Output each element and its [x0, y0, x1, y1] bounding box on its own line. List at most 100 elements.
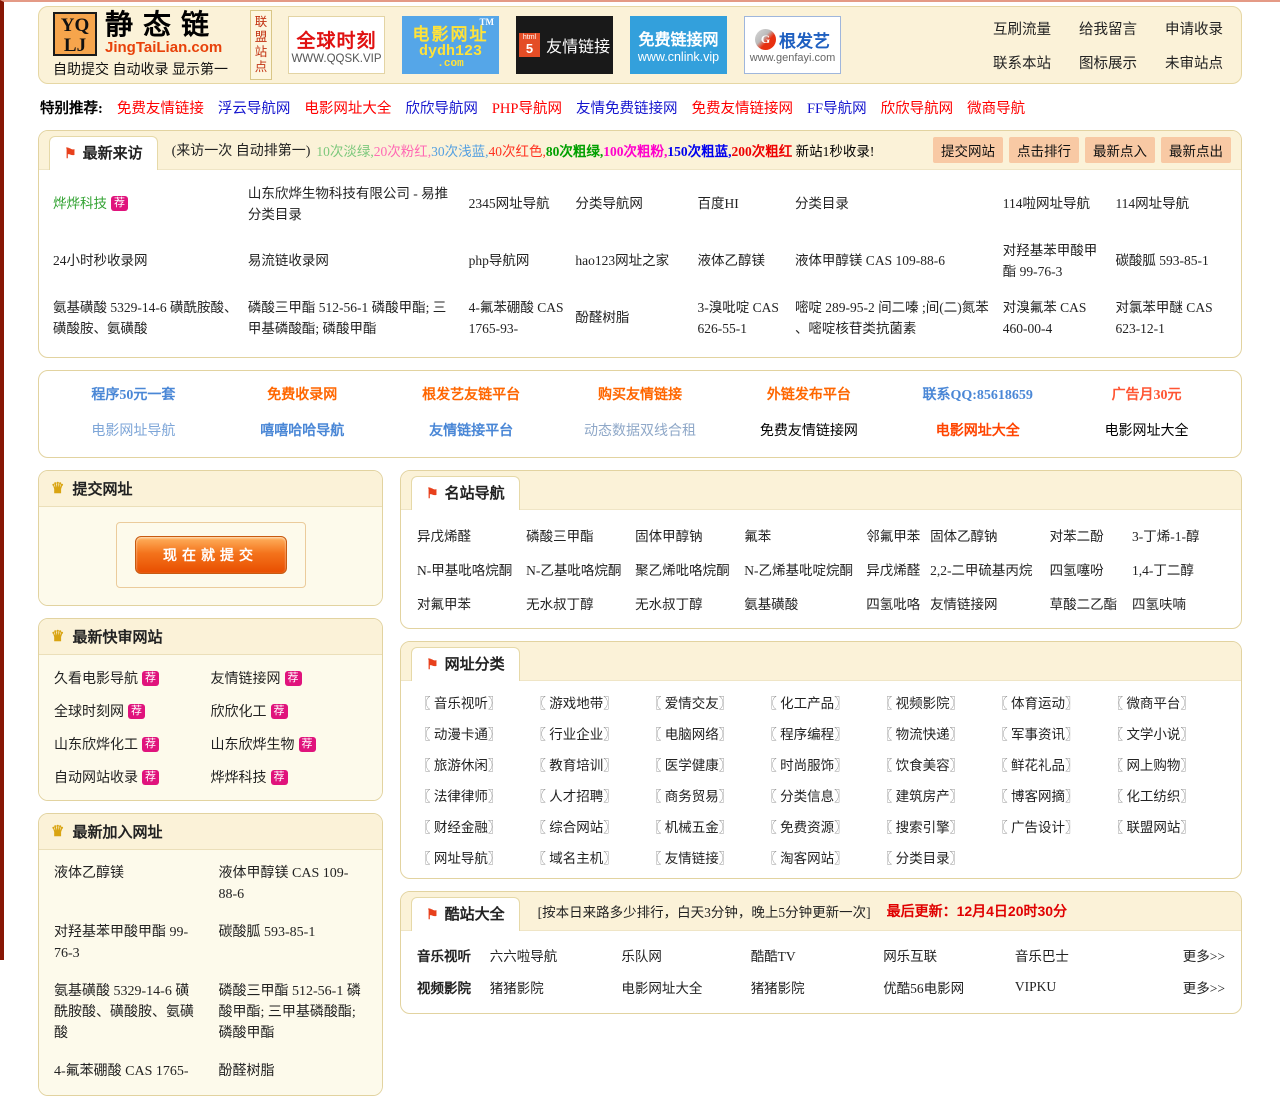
cool-site-link[interactable]: 六六啦导航 [490, 945, 622, 965]
new-site-link[interactable]: 液体甲醇镁 CAS 109-88-6 [219, 866, 349, 902]
visitor-site-link[interactable]: 液体乙醇镁 [698, 253, 766, 268]
visitor-site-link[interactable]: 2345网址导航 [469, 196, 550, 211]
fast-review-link[interactable]: 山东欣烨化工 [54, 738, 138, 753]
more-link[interactable]: 更多>> [1167, 977, 1225, 997]
banner-genfayi[interactable]: G 根发艺 www.genfayi.com [744, 16, 841, 74]
new-site-link[interactable]: 液体乙醇镁 [54, 866, 124, 881]
tab-famous-sites[interactable]: ⚑ 名站导航 [411, 476, 520, 510]
visitors-tool-button[interactable]: 点击排行 [1009, 137, 1079, 163]
ad-link[interactable]: 根发艺友链平台 [387, 384, 556, 404]
header-nav-link[interactable]: 申请收录 [1165, 18, 1223, 39]
category-link[interactable]: 文学小说 [1126, 727, 1180, 742]
visitor-site-link[interactable]: 氨基磺酸 5329-14-6 磺酰胺酸、磺酸胺、氨磺酸 [53, 300, 238, 336]
visitor-site-link[interactable]: 24小时秒收录网 [53, 253, 148, 268]
category-link[interactable]: 行业企业 [549, 727, 603, 742]
famous-site-link[interactable]: 磷酸三甲酯 [526, 525, 635, 545]
visitor-site-link[interactable]: 碳酸胍 593-85-1 [1115, 253, 1208, 268]
new-site-link[interactable]: 4-氟苯硼酸 CAS 1765- [54, 1064, 189, 1079]
cool-site-link[interactable]: 网乐互联 [883, 945, 1015, 965]
banner-html5-links[interactable]: html 5 友情链接 [516, 16, 613, 74]
visitor-site-link[interactable]: 对溴氟苯 CAS 460-00-4 [1003, 300, 1087, 336]
ad-link[interactable]: 友情链接平台 [387, 420, 556, 440]
cool-site-link[interactable]: 音乐巴士 [1015, 945, 1167, 965]
category-link[interactable]: 医学健康 [665, 758, 719, 773]
new-site-link[interactable]: 碳酸胍 593-85-1 [219, 925, 316, 940]
fast-review-link[interactable]: 山东欣烨生物 [211, 738, 295, 753]
visitor-site-link[interactable]: 易流链收录网 [248, 253, 329, 268]
recommend-link[interactable]: 浮云导航网 [218, 97, 291, 118]
category-link[interactable]: 旅游休闲 [434, 758, 488, 773]
ad-link[interactable]: 免费收录网 [218, 384, 387, 404]
submit-now-button[interactable]: 现在就提交 [135, 536, 287, 574]
category-link[interactable]: 商务贸易 [665, 789, 719, 804]
visitor-site-link[interactable]: 嘧啶 289-95-2 间二嗪 ;间(二)氮苯 、嘧啶核苷类抗菌素 [795, 300, 989, 336]
tab-categories[interactable]: ⚑ 网址分类 [411, 647, 520, 681]
ad-link[interactable]: 联系QQ:85618659 [893, 384, 1062, 404]
famous-site-link[interactable]: 无水叔丁醇 [635, 593, 744, 613]
ad-link[interactable]: 程序50元一套 [49, 384, 218, 404]
ad-link[interactable]: 电影网址导航 [49, 420, 218, 440]
cool-site-link[interactable]: VIPKU [1015, 979, 1167, 995]
famous-site-link[interactable]: 对氟甲苯 [417, 593, 526, 613]
new-site-link[interactable]: 对羟基苯甲酸甲酯 99-76-3 [54, 925, 188, 961]
visitor-site-link[interactable]: 114啦网址导航 [1003, 196, 1090, 211]
famous-site-link[interactable]: 四氢吡咯 [866, 593, 930, 613]
cool-site-link[interactable]: 优酷56电影网 [883, 977, 1015, 997]
banner-cnlink[interactable]: 免费链接网 www.cnlink.vip [630, 16, 727, 74]
category-link[interactable]: 综合网站 [549, 820, 603, 835]
visitor-site-link[interactable]: 3-溴吡啶 CAS 626-55-1 [698, 300, 779, 336]
category-link[interactable]: 视频影院 [896, 696, 950, 711]
recommend-link[interactable]: 电影网址大全 [304, 97, 391, 118]
famous-site-link[interactable]: 氨基磺酸 [744, 593, 866, 613]
recommend-link[interactable]: 欣欣导航网 [881, 97, 954, 118]
famous-site-link[interactable]: 固体甲醇钠 [635, 525, 744, 545]
recommend-link[interactable]: 欣欣导航网 [405, 97, 478, 118]
visitor-site-link[interactable]: 烨烨科技 [53, 196, 107, 211]
famous-site-link[interactable]: 对苯二酚 [1050, 525, 1132, 545]
recommend-link[interactable]: 友情免费链接网 [576, 97, 678, 118]
ad-link[interactable]: 嘻嘻哈哈导航 [218, 420, 387, 440]
logo[interactable]: YQLJ 静态链 JingTaiLian.com 自助提交 自动收录 显示第一 [53, 11, 228, 79]
more-link[interactable]: 更多>> [1167, 945, 1225, 965]
cool-site-link[interactable]: 乐队网 [621, 945, 750, 965]
famous-site-link[interactable]: 氟苯 [744, 525, 866, 545]
visitor-site-link[interactable]: 4-氟苯硼酸 CAS 1765-93- [469, 300, 564, 336]
famous-site-link[interactable]: 聚乙烯吡咯烷酮 [635, 559, 744, 579]
category-link[interactable]: 淘客网站 [780, 851, 834, 866]
famous-site-link[interactable]: N-乙烯基吡啶烷酮 [744, 559, 866, 579]
category-link[interactable]: 爱情交友 [665, 696, 719, 711]
famous-site-link[interactable]: 四氢呋喃 [1132, 593, 1225, 613]
famous-site-link[interactable]: 友情链接网 [930, 593, 1050, 613]
category-link[interactable]: 分类信息 [780, 789, 834, 804]
ad-link[interactable]: 外链发布平台 [724, 384, 893, 404]
category-link[interactable]: 财经金融 [434, 820, 488, 835]
famous-site-link[interactable]: N-乙基吡咯烷酮 [526, 559, 635, 579]
cool-site-link[interactable]: 酷酷TV [751, 945, 884, 965]
ad-link[interactable]: 广告月30元 [1062, 384, 1231, 404]
visitor-site-link[interactable]: 液体甲醇镁 CAS 109-88-6 [795, 253, 945, 268]
category-link[interactable]: 人才招聘 [549, 789, 603, 804]
category-link[interactable]: 鲜花礼品 [1011, 758, 1065, 773]
category-link[interactable]: 广告设计 [1011, 820, 1065, 835]
category-link[interactable]: 分类目录 [896, 851, 950, 866]
tab-cool-sites[interactable]: ⚑ 酷站大全 [411, 897, 520, 931]
banner-dydh123[interactable]: TM 电影网址 dydh123 .com [402, 16, 499, 74]
visitor-site-link[interactable]: hao123网址之家 [575, 253, 669, 268]
cool-site-link[interactable]: 猪猪影院 [490, 977, 622, 997]
fast-review-link[interactable]: 全球时刻网 [54, 705, 124, 720]
category-link[interactable]: 搜索引擎 [896, 820, 950, 835]
header-nav-link[interactable]: 给我留言 [1079, 18, 1137, 39]
visitor-site-link[interactable]: 分类导航网 [575, 196, 643, 211]
category-link[interactable]: 化工产品 [780, 696, 834, 711]
category-link[interactable]: 微商平台 [1126, 696, 1180, 711]
famous-site-link[interactable]: 邻氟甲苯 [866, 525, 930, 545]
ad-link[interactable]: 购买友情链接 [556, 384, 725, 404]
visitors-tool-button[interactable]: 提交网站 [933, 137, 1003, 163]
cool-site-link[interactable]: 猪猪影院 [751, 977, 884, 997]
famous-site-link[interactable]: 无水叔丁醇 [526, 593, 635, 613]
recommend-link[interactable]: PHP导航网 [492, 97, 562, 118]
category-link[interactable]: 建筑房产 [896, 789, 950, 804]
visitor-site-link[interactable]: 酚醛树脂 [575, 310, 629, 325]
category-link[interactable]: 体育运动 [1011, 696, 1065, 711]
famous-site-link[interactable]: 异戊烯醛 [417, 525, 526, 545]
